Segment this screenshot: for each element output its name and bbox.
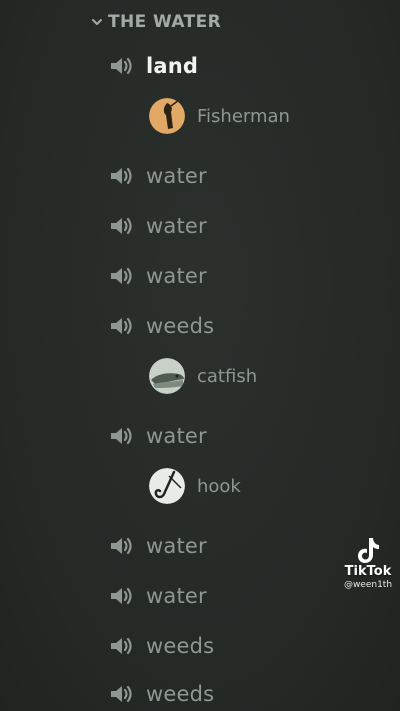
channel-label: water [146, 424, 207, 448]
voice-channel-land[interactable]: land [108, 49, 198, 83]
voice-channel-water[interactable]: water [108, 159, 207, 193]
speaker-icon [108, 534, 136, 558]
chevron-down-icon [90, 15, 104, 29]
speaker-icon [108, 682, 136, 706]
voice-user-fisherman[interactable]: Fisherman [149, 96, 290, 136]
voice-channel-water[interactable]: water [108, 579, 207, 613]
channel-label: weeds [146, 634, 215, 658]
channel-list-screen: THE WATER land Fisherman water water wat… [0, 0, 400, 711]
tiktok-watermark: TikTok @ween1th [336, 536, 400, 590]
user-name: catfish [197, 365, 258, 387]
voice-user-catfish[interactable]: catfish [149, 356, 257, 396]
channel-label: weeds [146, 682, 215, 706]
voice-channel-water[interactable]: water [108, 529, 207, 563]
speaker-icon [108, 264, 136, 288]
speaker-icon [108, 214, 136, 238]
channel-label: weeds [146, 314, 215, 338]
speaker-icon [108, 424, 136, 448]
speaker-icon [108, 314, 136, 338]
user-name: hook [197, 475, 241, 497]
user-name: Fisherman [197, 105, 290, 127]
voice-channel-water[interactable]: water [108, 209, 207, 243]
voice-channel-weeds[interactable]: weeds [108, 629, 214, 663]
voice-channel-water[interactable]: water [108, 259, 207, 293]
hook-avatar [149, 468, 185, 504]
fisherman-avatar [149, 98, 185, 134]
channel-label: water [146, 214, 207, 238]
speaker-icon [108, 164, 136, 188]
voice-user-hook[interactable]: hook [149, 466, 241, 506]
category-the-water[interactable]: THE WATER [90, 10, 221, 34]
tiktok-logo-icon [358, 538, 379, 563]
channel-label: water [146, 584, 207, 608]
speaker-icon [108, 634, 136, 658]
tiktok-brand: TikTok [344, 564, 392, 579]
speaker-icon [108, 54, 136, 78]
channel-label: water [146, 264, 207, 288]
voice-channel-weeds[interactable]: weeds [108, 677, 214, 711]
channel-label: water [146, 164, 207, 188]
catfish-avatar [149, 358, 185, 394]
speaker-icon [108, 584, 136, 608]
category-label: THE WATER [108, 12, 222, 32]
channel-label: water [146, 534, 207, 558]
voice-channel-water[interactable]: water [108, 419, 207, 453]
voice-channel-weeds[interactable]: weeds [108, 309, 214, 343]
tiktok-handle: @ween1th [343, 580, 393, 590]
channel-label: land [146, 54, 199, 78]
